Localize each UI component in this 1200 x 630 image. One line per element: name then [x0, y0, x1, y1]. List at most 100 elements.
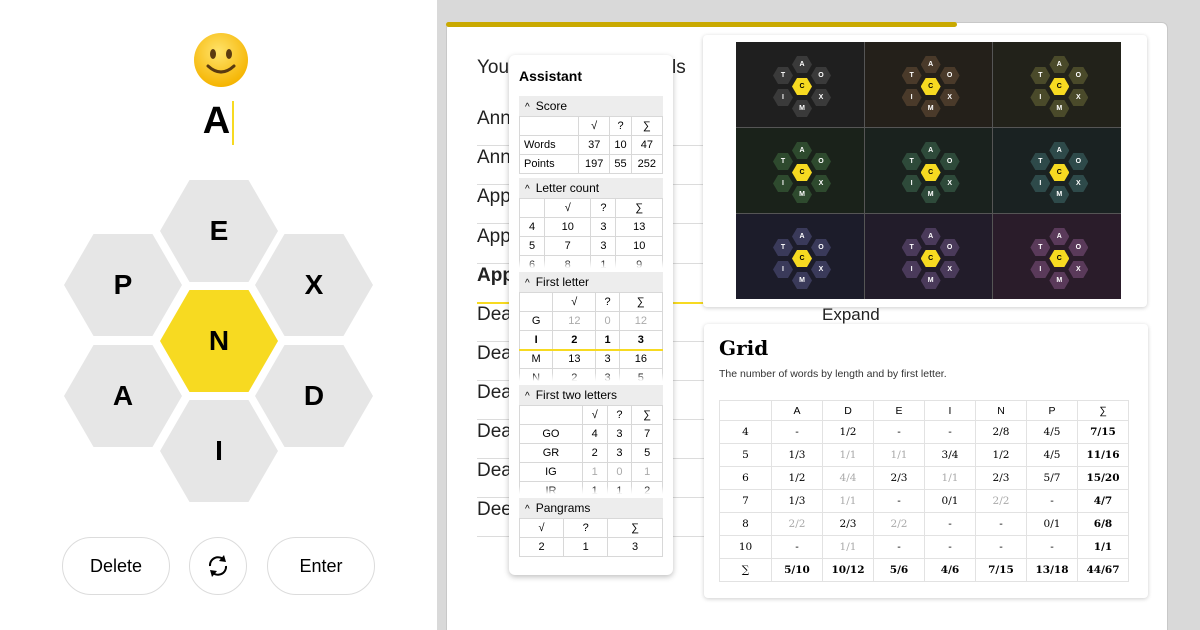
enter-button[interactable]: Enter: [267, 537, 375, 595]
theme-hex-cell: T: [773, 239, 793, 256]
theme-hex-cell: O: [811, 153, 831, 170]
grid-cell: 2/3: [822, 512, 874, 536]
theme-option[interactable]: ATOCIXM: [864, 42, 993, 127]
table-cell: 1: [581, 481, 608, 494]
theme-option[interactable]: ATOCIXM: [993, 128, 1121, 213]
first-letter-section-header[interactable]: ^ First letter: [519, 272, 663, 292]
table-cell: 5: [618, 368, 663, 381]
theme-hex-cell: T: [773, 67, 793, 84]
first-two-table: √? ∑ GO 4 3 7 GR 2 3 5 IG 1 0 1 IR 1 1 2: [519, 405, 663, 494]
hive-cell-upper-left[interactable]: P: [64, 234, 182, 336]
theme-option[interactable]: ATOCIXM: [736, 128, 864, 213]
hive-cell-lower-left[interactable]: A: [64, 345, 182, 447]
theme-hex-cell: T: [1030, 153, 1051, 170]
delete-button[interactable]: Delete: [62, 537, 170, 595]
grid-cell: 1/1: [924, 466, 976, 490]
smiley-emoji-icon: [194, 33, 248, 87]
table-cell: 3: [618, 330, 663, 351]
grid-row: 7 1/3 1/1-0/1 2/2-4/7: [719, 489, 1129, 513]
theme-hex-cell: I: [773, 89, 793, 106]
pangrams-section-header[interactable]: ^ Pangrams: [519, 498, 663, 518]
theme-hex-cell: I: [773, 175, 793, 192]
table-header-cell: √: [552, 292, 597, 312]
theme-option[interactable]: ATOCIXM: [864, 128, 993, 213]
theme-hex-cell: C: [792, 164, 812, 181]
theme-hex-cell: M: [792, 186, 812, 203]
table-row: 6819: [519, 255, 663, 268]
theme-option[interactable]: ATOCIXM: [993, 214, 1121, 299]
grid-header-cell: ∑: [1077, 400, 1129, 421]
theme-hex-cell: X: [1068, 261, 1089, 278]
grid-row: 6 1/2 4/4 2/3 1/1 2/3 5/7 15/20: [719, 466, 1129, 490]
table-cell: 6: [519, 255, 545, 268]
table-cell: 3: [606, 424, 633, 444]
table-cell: Words: [518, 135, 580, 155]
table-cell: 10: [609, 135, 632, 155]
first-two-scroll[interactable]: √? ∑ GO 4 3 7 GR 2 3 5 IG 1 0 1 IR 1 1 2: [519, 405, 663, 494]
theme-hex-cell: C: [792, 250, 812, 267]
theme-option[interactable]: ATOCIXM: [736, 214, 864, 299]
grid-cell: 7: [719, 489, 772, 513]
background-word: Dea: [477, 460, 512, 481]
table-cell: N: [519, 368, 554, 381]
grid-cell: 0/1: [1026, 512, 1078, 536]
hive-cell-center[interactable]: N: [160, 290, 278, 392]
table-cell: 3: [606, 443, 633, 463]
letter-count-scroll[interactable]: √? ∑ 4 10 3 13 5 7 3 10 6 8 1 9: [519, 198, 663, 268]
table-header-cell: √: [518, 518, 565, 538]
theme-hex-cell: X: [1068, 175, 1089, 192]
grid-cell: 1/1: [1077, 535, 1129, 559]
grid-cell: -: [924, 420, 976, 444]
hive-cell-lower-right[interactable]: D: [255, 345, 373, 447]
table-header-cell: ∑: [630, 116, 664, 136]
grid-cell: -: [924, 512, 976, 536]
grid-row: 10-1/1- - - -1/1: [719, 535, 1129, 559]
theme-hex-cell: A: [920, 56, 941, 73]
grid-cell: 7/15: [975, 558, 1027, 582]
expand-link[interactable]: Expand: [822, 305, 880, 325]
theme-hex-cell: M: [920, 272, 941, 289]
table-header-cell: [519, 292, 554, 312]
shuffle-button[interactable]: [189, 537, 247, 595]
theme-option[interactable]: ATOCIXM: [864, 214, 993, 299]
table-cell: 197: [578, 154, 611, 174]
hive-cell-upper-right[interactable]: X: [255, 234, 373, 336]
table-header-cell: ∑: [607, 518, 663, 538]
table-cell: GO: [519, 424, 583, 444]
theme-hex-cell: A: [1049, 56, 1070, 73]
table-cell: IR: [519, 481, 583, 494]
hive-cell-top[interactable]: E: [160, 180, 278, 282]
first-letter-scroll[interactable]: √? ∑ G 12 0 12 I 2 1 3 M 13 3 16 N 2 3 5: [519, 292, 663, 381]
first-letter-label: First letter: [535, 275, 590, 289]
progress-bar: [446, 22, 957, 27]
theme-hex-cell: M: [920, 100, 941, 117]
background-word: Dea: [477, 421, 512, 442]
table-cell: IG: [519, 462, 583, 482]
table-cell: 1: [631, 462, 663, 482]
grid-cell: ∑: [719, 558, 772, 582]
table-cell: 3: [590, 217, 617, 237]
theme-hex-cell: X: [939, 261, 960, 278]
table-row: I213: [519, 330, 663, 351]
theme-hex-cell: A: [1049, 142, 1070, 159]
theme-option[interactable]: ATOCIXM: [993, 42, 1121, 127]
hive-cell-bottom[interactable]: I: [160, 400, 278, 502]
table-header-cell: √: [581, 405, 608, 425]
theme-hex-cell: O: [939, 239, 960, 256]
score-table: √? ∑ Words 37 10 47 Points 197 55 252: [518, 116, 664, 174]
theme-option[interactable]: ATOCIXM: [736, 42, 864, 127]
theme-hex-cell: M: [792, 272, 812, 289]
grid-cell: 5/6: [873, 558, 925, 582]
grid-cell: 4/7: [1077, 489, 1129, 513]
theme-hex-cell: C: [1049, 78, 1070, 95]
theme-preview-panel: ATOCIXMATOCIXMATOCIXMATOCIXMATOCIXMATOCI…: [703, 35, 1147, 307]
letter-count-section-header[interactable]: ^ Letter count: [519, 178, 663, 198]
first-two-section-header[interactable]: ^ First two letters: [519, 385, 663, 405]
grid-cell: 1/1: [822, 535, 874, 559]
theme-hex-cell: O: [811, 67, 831, 84]
grid-cell: 44/67: [1077, 558, 1129, 582]
grid-cell: -: [873, 489, 925, 513]
background-word: App: [477, 226, 511, 247]
grid-header-cell: [719, 400, 772, 421]
score-section-header[interactable]: ^ Score: [519, 96, 663, 116]
